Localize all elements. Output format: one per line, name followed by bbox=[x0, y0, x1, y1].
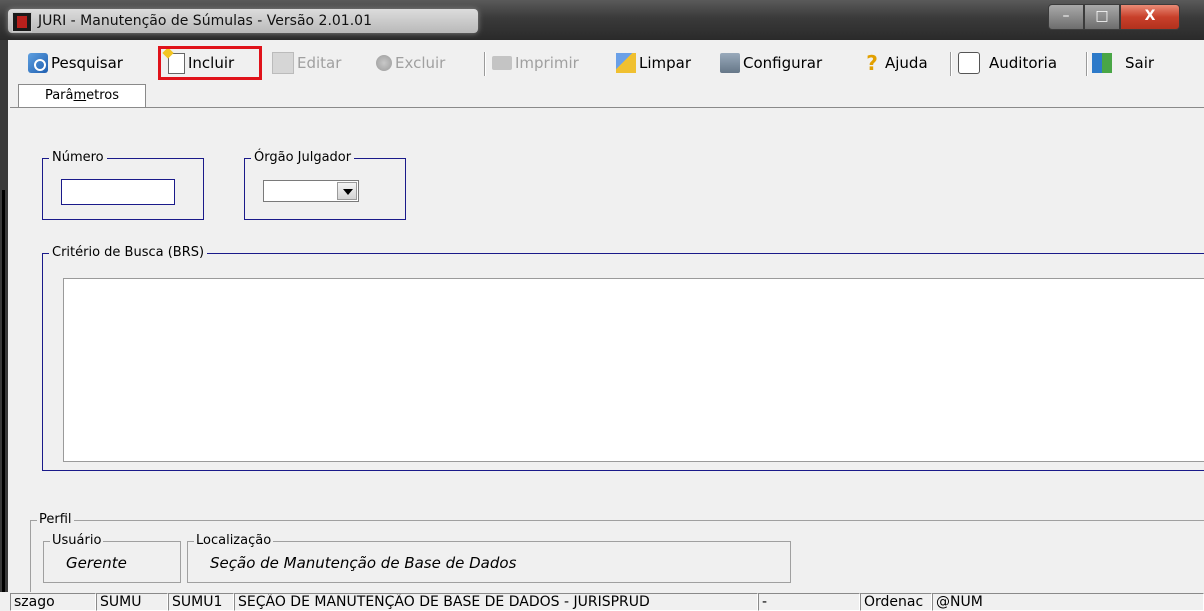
orgao-julgador-select[interactable] bbox=[263, 180, 359, 202]
auditoria-label: Auditoria bbox=[989, 54, 1058, 72]
configurar-label: Configurar bbox=[743, 54, 823, 72]
tab-parametros-suffix: etros bbox=[86, 88, 120, 103]
ajuda-button[interactable]: ? Ajuda bbox=[862, 50, 928, 76]
usuario-label: Usuário bbox=[50, 533, 104, 549]
criterio-busca-label: Critério de Busca (BRS) bbox=[49, 245, 208, 261]
app-icon[interactable] bbox=[12, 12, 32, 32]
imprimir-button[interactable]: Imprimir bbox=[492, 50, 579, 76]
chevron-down-icon[interactable] bbox=[337, 182, 357, 200]
settings-icon bbox=[720, 53, 740, 73]
status-panel-base: SUMU bbox=[96, 593, 168, 611]
status-panel-unit: SEÇÃO DE MANUTENÇÃO DE BASE DE DADOS - J… bbox=[234, 593, 758, 611]
status-panel-numlock: @NUM bbox=[932, 593, 1204, 611]
close-button[interactable]: X bbox=[1120, 4, 1180, 30]
toolbar-separator bbox=[950, 52, 952, 76]
orgao-julgador-label: Órgão Julgador bbox=[251, 150, 355, 166]
title-bar: JURI - Manutenção de Súmulas - Versão 2.… bbox=[0, 0, 1204, 40]
configurar-button[interactable]: Configurar bbox=[720, 50, 822, 76]
imprimir-label: Imprimir bbox=[515, 54, 579, 72]
localizacao-value: Seção de Manutenção de Base de Dados bbox=[210, 554, 517, 572]
numero-input[interactable] bbox=[61, 179, 175, 205]
limpar-label: Limpar bbox=[639, 54, 692, 72]
editar-label: Editar bbox=[297, 54, 342, 72]
window-controls: – □ X bbox=[1048, 4, 1180, 30]
perfil-group: Perfil Usuário Gerente Localização Seção… bbox=[30, 512, 1204, 598]
app-window: JURI - Manutenção de Súmulas - Versão 2.… bbox=[0, 0, 1204, 611]
tab-parametros-mnemonic: m bbox=[73, 88, 87, 103]
minimize-button[interactable]: – bbox=[1048, 4, 1084, 30]
tab-parametros[interactable]: Parâmetros bbox=[18, 84, 146, 108]
search-icon bbox=[28, 53, 48, 73]
toolbar-separator bbox=[1086, 52, 1088, 76]
criterio-busca-group: Critério de Busca (BRS) bbox=[42, 245, 1204, 471]
usuario-value: Gerente bbox=[66, 554, 127, 572]
toolbar-separator bbox=[484, 52, 486, 76]
exit-icon bbox=[1092, 53, 1112, 73]
status-panel-dash: - bbox=[758, 593, 860, 611]
parametros-panel: Número Órgão Julgador Critério de Busca … bbox=[10, 107, 1204, 608]
usuario-group: Usuário Gerente bbox=[43, 533, 181, 583]
status-panel-base-2: SUMU1 bbox=[168, 593, 234, 611]
incluir-highlight-box bbox=[158, 46, 262, 80]
maximize-button[interactable]: □ bbox=[1084, 4, 1120, 30]
criterio-busca-textarea[interactable] bbox=[63, 278, 1204, 462]
tab-parametros-prefix: Parâ bbox=[44, 88, 74, 103]
window-title: JURI - Manutenção de Súmulas - Versão 2.… bbox=[38, 13, 372, 29]
perfil-label: Perfil bbox=[37, 512, 74, 528]
pesquisar-button[interactable]: Pesquisar bbox=[28, 50, 123, 76]
pesquisar-label: Pesquisar bbox=[51, 54, 123, 72]
status-panel-user: szago bbox=[10, 593, 96, 611]
delete-icon bbox=[376, 55, 392, 71]
localizacao-group: Localização Seção de Manutenção de Base … bbox=[187, 533, 791, 583]
limpar-button[interactable]: Limpar bbox=[616, 50, 691, 76]
status-bar: szago SUMU SUMU1 SEÇÃO DE MANUTENÇÃO DE … bbox=[0, 592, 1204, 611]
window-left-edge bbox=[0, 40, 8, 611]
localizacao-label: Localização bbox=[194, 533, 274, 549]
numero-group: Número bbox=[42, 150, 204, 220]
excluir-label: Excluir bbox=[395, 54, 446, 72]
editar-button[interactable]: Editar bbox=[272, 50, 341, 76]
printer-icon bbox=[492, 56, 512, 70]
help-icon: ? bbox=[866, 51, 878, 75]
ajuda-label: Ajuda bbox=[885, 54, 928, 72]
excluir-button[interactable]: Excluir bbox=[376, 50, 445, 76]
sair-label: Sair bbox=[1125, 54, 1155, 72]
edit-icon bbox=[272, 52, 294, 74]
audit-icon bbox=[958, 52, 980, 74]
status-panel-order: Ordenac bbox=[860, 593, 932, 611]
numero-label: Número bbox=[49, 150, 107, 166]
clear-icon bbox=[616, 53, 636, 73]
auditoria-button[interactable]: Auditoria bbox=[958, 50, 1057, 76]
sair-button[interactable]: Sair bbox=[1092, 50, 1154, 76]
orgao-julgador-group: Órgão Julgador bbox=[244, 150, 406, 220]
